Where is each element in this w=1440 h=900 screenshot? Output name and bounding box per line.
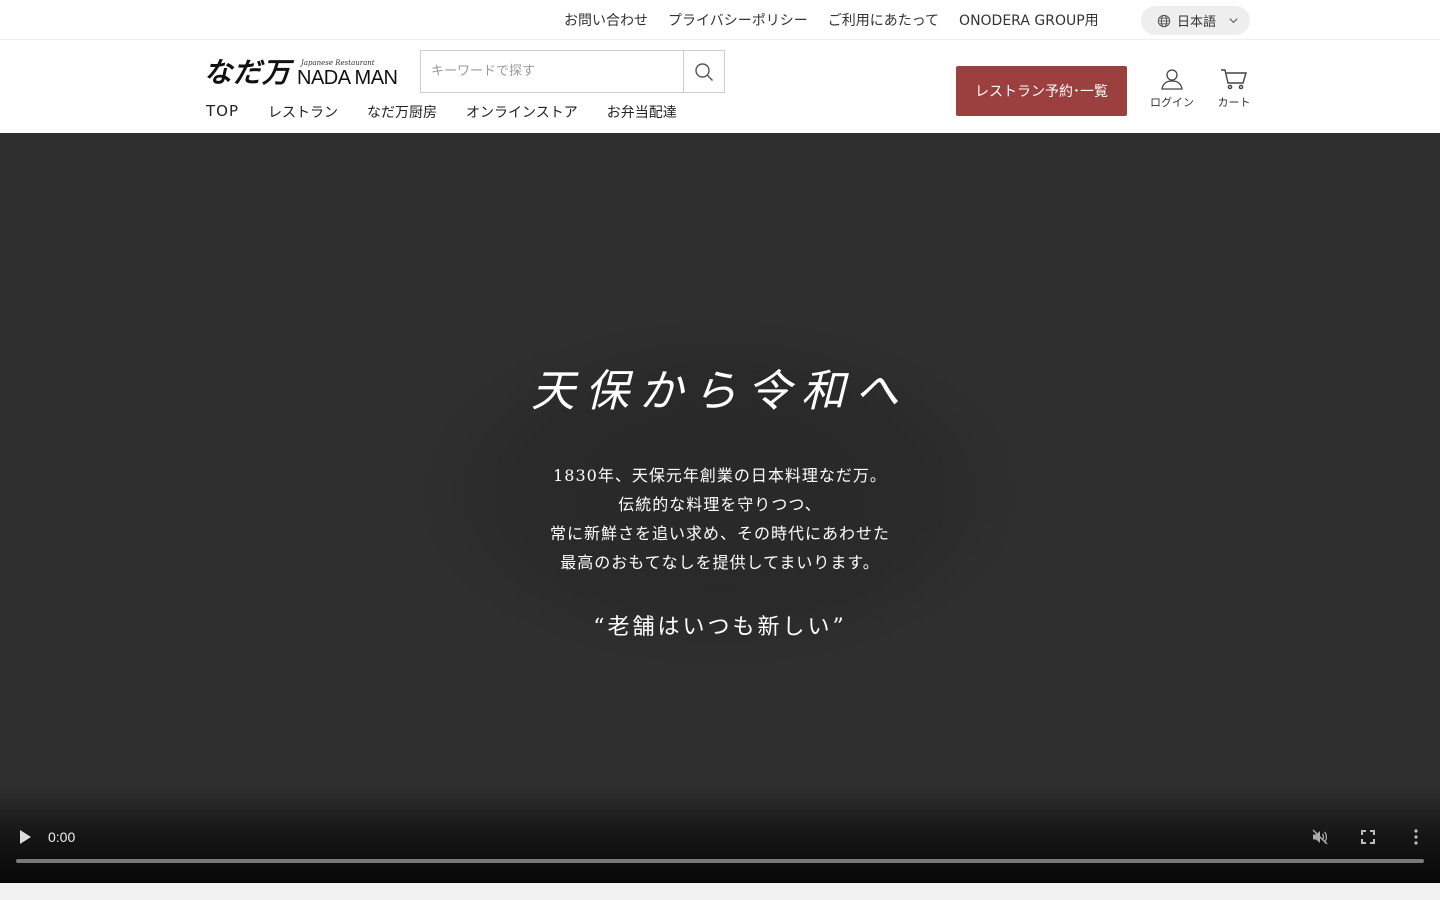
- cart-icon: [1221, 69, 1247, 90]
- hero-body-line: 1830年、天保元年創業の日本料理なだ万。: [553, 466, 887, 485]
- video-time: 0:00: [48, 829, 76, 845]
- logo-wordmark: NADA MAN: [297, 67, 398, 89]
- logo-subtitle: Japanese Restaurant: [301, 59, 375, 67]
- logo-kanji: なだ万: [204, 56, 292, 89]
- search-input[interactable]: [421, 51, 683, 92]
- mute-icon: [1312, 829, 1328, 845]
- utility-link-terms[interactable]: ご利用にあたって: [828, 10, 939, 30]
- login-button[interactable]: ログイン: [1150, 68, 1194, 110]
- utility-link-privacy[interactable]: プライバシーポリシー: [668, 10, 808, 30]
- user-icon: [1161, 69, 1183, 90]
- search-button[interactable]: [683, 51, 724, 92]
- utility-bar: お問い合わせ プライバシーポリシー ご利用にあたって ONODERA GROUP…: [0, 0, 1440, 40]
- logo-en-group: Japanese Restaurant NADA MAN: [297, 59, 398, 89]
- play-icon: [20, 830, 31, 844]
- site-logo[interactable]: なだ万 Japanese Restaurant NADA MAN: [204, 54, 408, 89]
- hero-quote: “老舗はいつも新しい”: [593, 615, 847, 640]
- restaurant-reservation-button[interactable]: レストラン予約･一覧: [956, 66, 1127, 116]
- fullscreen-icon: [1361, 830, 1375, 844]
- cart-label: カート: [1217, 96, 1251, 109]
- chevron-down-icon: [1229, 18, 1238, 24]
- globe-icon: [1157, 14, 1171, 27]
- more-options-button[interactable]: [1408, 828, 1424, 850]
- hero-body-line: 常に新鮮さを追い求め、その時代にあわせた: [549, 524, 890, 543]
- main-nav: TOP レストラン なだ万厨房 オンラインストア お弁当配達: [206, 102, 677, 122]
- nav-item-restaurant[interactable]: レストラン: [268, 102, 338, 122]
- language-selector[interactable]: 日本語: [1141, 6, 1250, 35]
- hero-title: 天保から令和へ: [531, 366, 909, 417]
- nav-item-top[interactable]: TOP: [206, 102, 239, 122]
- mute-button[interactable]: [1311, 828, 1329, 850]
- utility-links: お問い合わせ プライバシーポリシー ご利用にあたって ONODERA GROUP…: [564, 0, 1099, 40]
- login-label: ログイン: [1150, 96, 1194, 109]
- hero-body-line: 最高のおもてなしを提供してまいります。: [560, 553, 880, 572]
- page-below-strip: [0, 883, 1440, 900]
- play-button[interactable]: [18, 829, 34, 845]
- nav-item-online-store[interactable]: オンラインストア: [466, 102, 578, 122]
- utility-link-contact[interactable]: お問い合わせ: [564, 10, 648, 30]
- search-icon: [695, 62, 713, 81]
- search-box: [420, 50, 725, 93]
- utility-link-onodera[interactable]: ONODERA GROUP用: [959, 10, 1099, 30]
- hero-body-line: 伝統的な料理を守りつつ、: [618, 495, 822, 514]
- hero-body: 1830年、天保元年創業の日本料理なだ万。 伝統的な料理を守りつつ、 常に新鮮さ…: [0, 461, 1440, 577]
- nav-item-kitchen[interactable]: なだ万厨房: [367, 102, 437, 122]
- site-header: なだ万 Japanese Restaurant NADA MAN TOP レスト…: [0, 40, 1440, 133]
- video-progress-bar[interactable]: [16, 859, 1424, 863]
- nav-item-bento-delivery[interactable]: お弁当配達: [607, 102, 677, 122]
- video-controls: 0:00: [0, 787, 1440, 883]
- fullscreen-button[interactable]: [1360, 829, 1376, 849]
- language-label: 日本語: [1177, 15, 1217, 30]
- hero-video[interactable]: 天保から令和へ 1830年、天保元年創業の日本料理なだ万。 伝統的な料理を守りつ…: [0, 133, 1440, 883]
- cart-button[interactable]: カート: [1216, 68, 1252, 110]
- more-vertical-icon: [1414, 829, 1418, 845]
